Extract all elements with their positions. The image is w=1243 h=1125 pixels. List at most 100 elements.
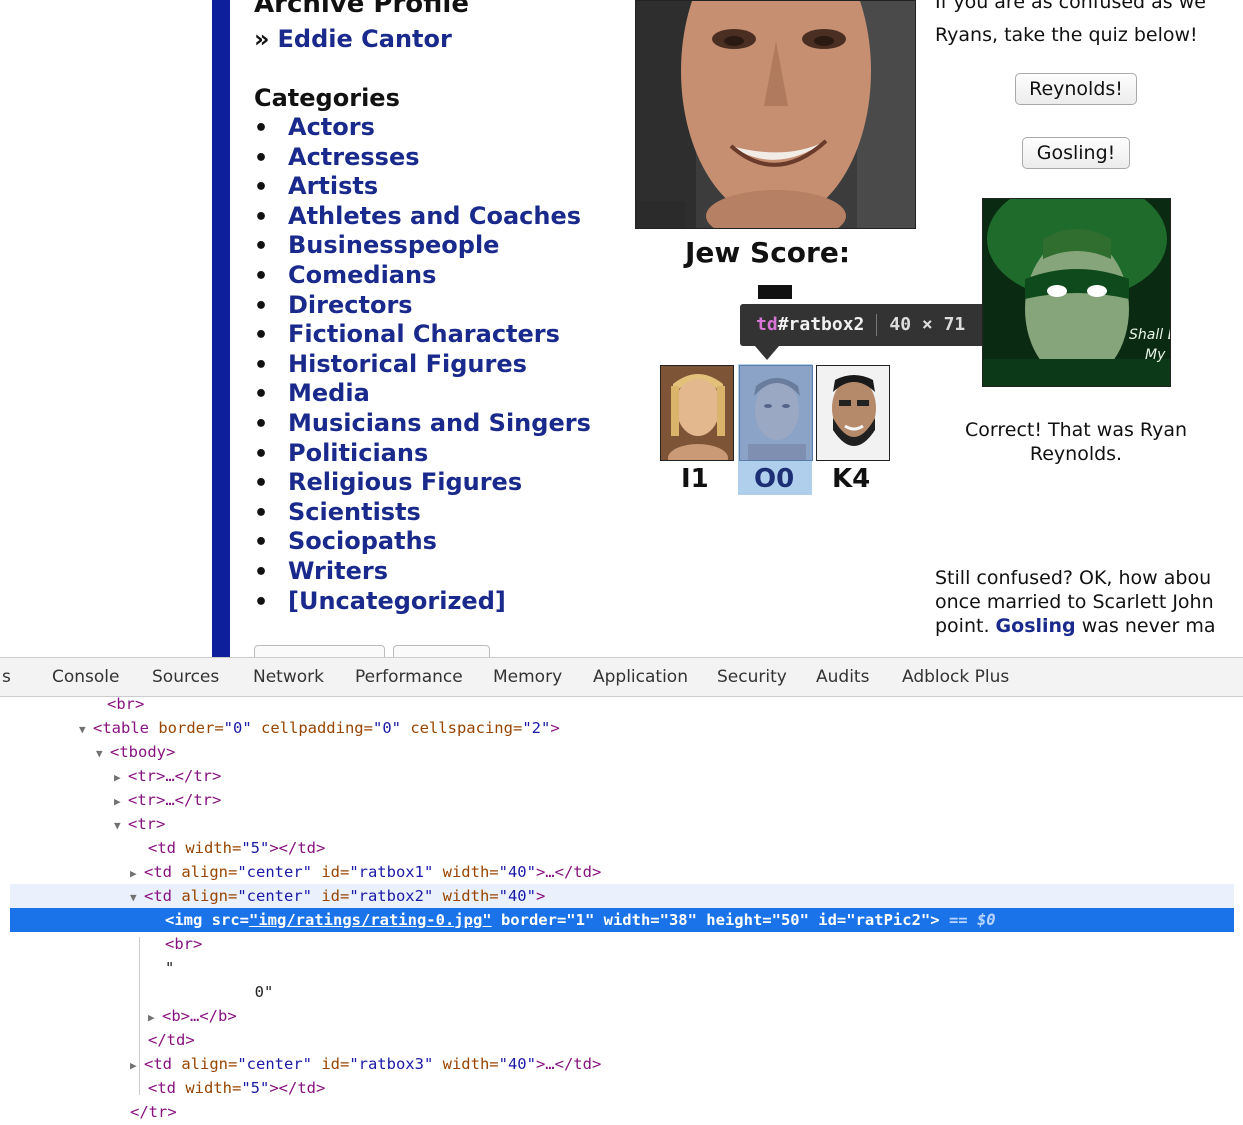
node-text: <br> [107, 695, 145, 713]
console-ref-equals: == [939, 911, 977, 929]
list-bullet: • [254, 500, 269, 526]
dom-node-text-open[interactable]: " [10, 956, 1234, 980]
eddie-cantor-link-text[interactable]: Eddie Cantor [278, 25, 452, 53]
list-bullet: • [254, 323, 269, 349]
attr-value: "ratbox1" [349, 863, 434, 881]
portrait-face-image [636, 1, 915, 228]
collapse-arrow-icon[interactable]: ▶ [130, 862, 144, 886]
eddie-cantor-link[interactable]: » Eddie Cantor [254, 25, 452, 53]
category-link[interactable]: Comedians [288, 261, 436, 289]
category-link[interactable]: Scientists [288, 498, 421, 526]
tooltip-id: #ratbox2 [777, 314, 865, 335]
attr-value: "center" [237, 887, 312, 905]
attr-name: align= [172, 863, 238, 881]
node-tag-end: ></td> [269, 839, 326, 857]
dom-node-tbody[interactable]: ▼ <tbody> [10, 740, 1234, 764]
category-item: • Actresses [254, 143, 591, 173]
category-link[interactable]: Writers [288, 557, 388, 585]
category-link[interactable]: [Uncategorized] [288, 587, 506, 615]
expand-arrow-icon[interactable]: ▼ [79, 718, 93, 742]
category-link[interactable]: Actors [288, 113, 375, 141]
dom-node-td-ratbox2[interactable]: ▼ <td align="center" id="ratbox2" width="… [10, 884, 1234, 908]
list-bullet: • [254, 145, 269, 171]
attr-name: id= [311, 1055, 350, 1073]
rating-picture-1[interactable] [660, 365, 734, 461]
tooltip-dimensions: 40 × 71 [889, 314, 966, 335]
category-link[interactable]: Businesspeople [288, 231, 499, 259]
jew-score-label: Jew Score: [685, 236, 851, 269]
dom-node-tr-close[interactable]: </tr> [10, 1100, 1234, 1124]
archive-profile-heading: Archive Profile [254, 0, 469, 19]
category-item: • Religious Figures [254, 468, 591, 498]
expand-arrow-icon[interactable]: ▼ [96, 742, 110, 766]
dom-node-text-value[interactable]: 0" [10, 980, 1234, 1004]
left-blue-bar [212, 0, 230, 657]
tooltip-tag: td [756, 314, 778, 335]
category-item: • Politicians [254, 439, 591, 469]
attr-value: "0" [223, 719, 252, 737]
dom-node-td-ratbox1[interactable]: ▶ <td align="center" id="ratbox1" width="… [10, 860, 1234, 884]
poster-caption: Shall E [1129, 327, 1171, 343]
category-item: • [Uncategorized] [254, 587, 591, 617]
list-bullet: • [254, 352, 269, 378]
category-link[interactable]: Actresses [288, 143, 420, 171]
node-tag: </td> [148, 1031, 195, 1049]
portrait-photo [635, 0, 916, 229]
still-confused-paragraph: Still confused? OK, how abou once marrie… [935, 566, 1235, 638]
category-link[interactable]: Fictional Characters [288, 320, 560, 348]
dom-node-td-spacer[interactable]: <td width="5"></td> [10, 836, 1234, 860]
category-link[interactable]: Sociopaths [288, 527, 437, 555]
search-button[interactable] [393, 645, 490, 657]
node-tag: <b>…</b> [162, 1007, 237, 1025]
node-tag-end: ></td> [269, 1079, 326, 1097]
attr-value: "ratbox2" [349, 887, 434, 905]
attr-name: width= [594, 911, 660, 929]
collapse-arrow-icon[interactable]: ▶ [130, 1054, 144, 1078]
attr-name: src= [202, 911, 249, 929]
rating-picture-2[interactable] [739, 365, 813, 461]
attr-name: border= [491, 911, 567, 929]
collapse-arrow-icon[interactable]: ▶ [148, 1006, 162, 1030]
dom-node-td-ratbox3[interactable]: ▶ <td align="center" id="ratbox3" width="… [10, 1052, 1234, 1076]
category-link[interactable]: Directors [288, 291, 413, 319]
category-link[interactable]: Politicians [288, 439, 428, 467]
attr-name: cellpadding= [251, 719, 373, 737]
collapse-arrow-icon[interactable]: ▶ [114, 766, 128, 790]
rating-picture-3[interactable] [816, 365, 890, 461]
dom-node-br[interactable]: <br> [10, 692, 1234, 716]
attr-value: "38" [659, 911, 697, 929]
category-link[interactable]: Musicians and Singers [288, 409, 591, 437]
gosling-button[interactable]: Gosling! [1022, 137, 1130, 169]
attr-name: align= [172, 887, 238, 905]
dom-node-img-selected[interactable]: <img src="img/ratings/rating-0.jpg" bord… [10, 908, 1234, 932]
gosling-link[interactable]: Gosling [996, 615, 1076, 637]
rating-label-2: O0 [754, 464, 795, 494]
category-item: • Sociopaths [254, 527, 591, 557]
dom-node-tr-collapsed[interactable]: ▶ <tr>…</tr> [10, 764, 1234, 788]
category-link[interactable]: Religious Figures [288, 468, 522, 496]
attr-value: "ratbox3" [349, 1055, 434, 1073]
dom-node-tr[interactable]: ▼ <tr> [10, 812, 1234, 836]
node-tag: <td [144, 863, 172, 881]
expand-arrow-icon[interactable]: ▼ [114, 814, 128, 838]
attr-value-link[interactable]: "img/ratings/rating-0.jpg" [249, 911, 492, 929]
category-item: • Actors [254, 113, 591, 143]
dom-node-b[interactable]: ▶ <b>…</b> [10, 1004, 1234, 1028]
dom-node-table[interactable]: ▼ <table border="0" cellpadding="0" cells… [10, 716, 1234, 740]
node-tag: </tr> [130, 1103, 177, 1121]
node-tag-end: > [535, 887, 546, 905]
dom-node-td-close[interactable]: </td> [10, 1028, 1234, 1052]
category-link[interactable]: Athletes and Coaches [288, 202, 581, 230]
search-input[interactable] [254, 645, 385, 657]
dom-node-tr-collapsed[interactable]: ▶ <tr>…</tr> [10, 788, 1234, 812]
category-link[interactable]: Media [288, 379, 370, 407]
category-link[interactable]: Historical Figures [288, 350, 527, 378]
raquo-glyph: » [254, 25, 270, 53]
collapse-arrow-icon[interactable]: ▶ [114, 790, 128, 814]
category-link[interactable]: Artists [288, 172, 378, 200]
attr-name: width= [433, 863, 499, 881]
dom-node-td-spacer[interactable]: <td width="5"></td> [10, 1076, 1234, 1100]
expand-arrow-icon[interactable]: ▼ [130, 886, 144, 910]
dom-node-br[interactable]: <br> [10, 932, 1234, 956]
reynolds-button[interactable]: Reynolds! [1015, 73, 1137, 105]
